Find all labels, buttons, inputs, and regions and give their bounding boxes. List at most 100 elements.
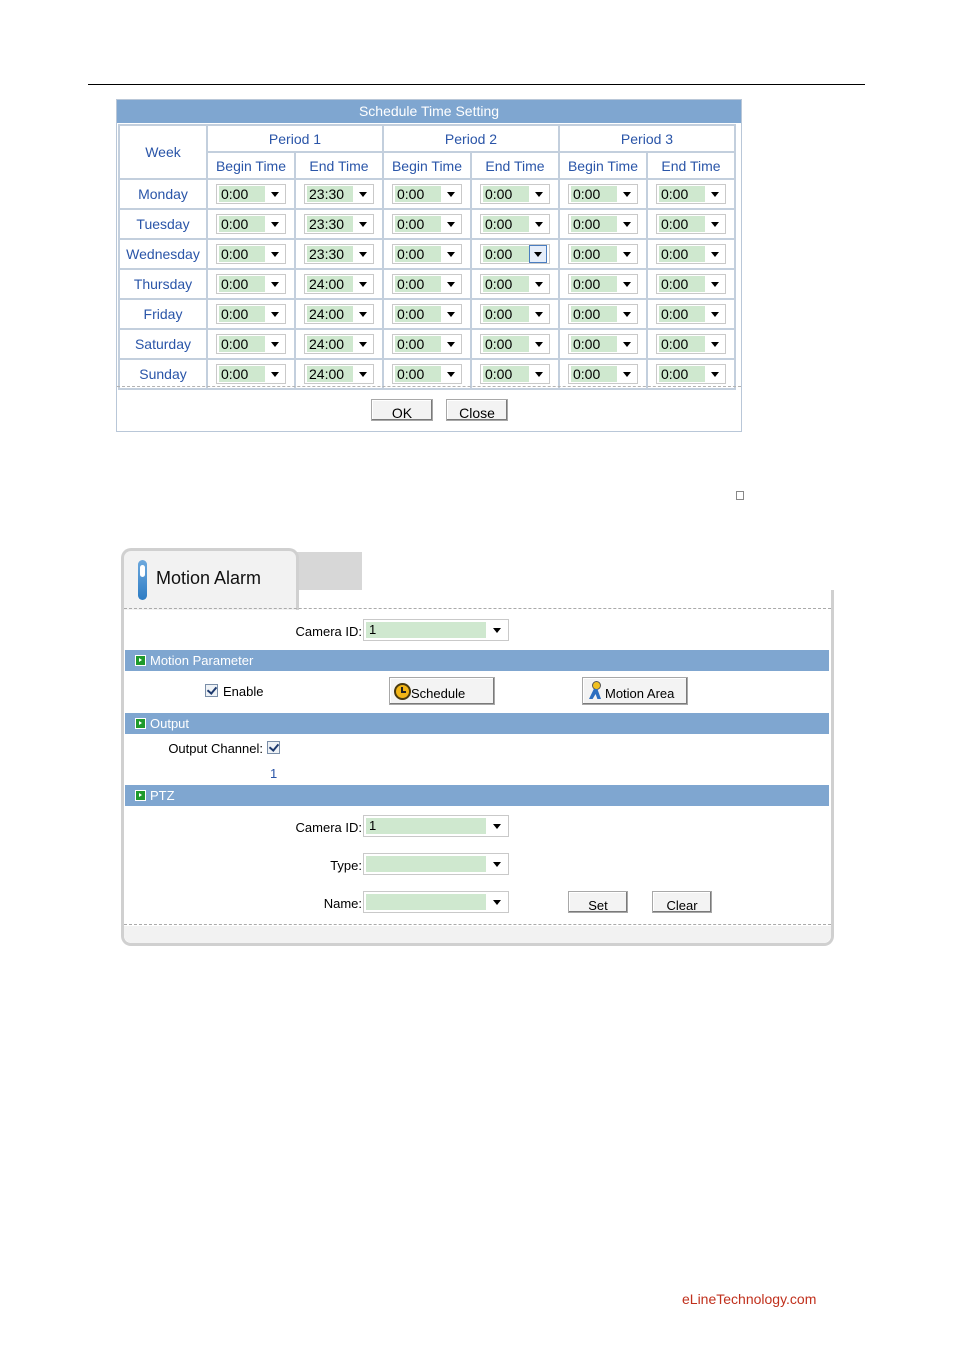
period-2-header: Period 2 (382, 124, 560, 153)
set-button[interactable]: Set (568, 891, 628, 913)
begin-time-select[interactable]: 0:00 (568, 184, 638, 204)
begin-time-select[interactable]: 0:00 (392, 244, 462, 264)
chevron-down-icon (441, 305, 461, 323)
clear-button[interactable]: Clear (652, 891, 712, 913)
motion-area-button-label: Motion Area (605, 686, 675, 701)
time-value: 0:00 (395, 366, 441, 382)
expand-icon[interactable] (135, 655, 146, 666)
schedule-row: Wednesday 0:00 23:30 0:00 0:00 0:00 0:00 (118, 238, 736, 270)
begin-time-select[interactable]: 0:00 (568, 334, 638, 354)
end-time-select[interactable]: 0:00 (480, 364, 550, 384)
time-value: 0:00 (659, 216, 705, 232)
begin-time-select[interactable]: 0:00 (216, 334, 286, 354)
period-1-header: Period 1 (206, 124, 384, 153)
time-value: 24:00 (307, 366, 353, 382)
chevron-down-icon (441, 245, 461, 263)
end-time-select[interactable]: 0:00 (480, 214, 550, 234)
end-time-select[interactable]: 24:00 (304, 274, 374, 294)
end-time-select[interactable]: 24:00 (304, 304, 374, 324)
time-value: 0:00 (219, 276, 265, 292)
end-time-select[interactable]: 0:00 (480, 304, 550, 324)
time-cell: 0:00 (558, 178, 648, 210)
chevron-down-icon (705, 185, 725, 203)
begin-time-select[interactable]: 0:00 (392, 334, 462, 354)
end-time-select[interactable]: 24:00 (304, 364, 374, 384)
output-channel-checkbox[interactable] (267, 741, 280, 754)
begin-time-select[interactable]: 0:00 (392, 184, 462, 204)
begin-time-select[interactable]: 0:00 (392, 274, 462, 294)
ptz-camera-id-select[interactable]: 1 (363, 815, 509, 837)
end-time-select[interactable]: 0:00 (656, 184, 726, 204)
name-label: Name: (323, 896, 362, 911)
chevron-down-icon (705, 335, 725, 353)
time-cell: 23:30 (294, 208, 384, 240)
time-cell: 0:00 (206, 268, 296, 300)
tab-motion-alarm[interactable]: Motion Alarm (121, 548, 299, 610)
time-value: 0:00 (659, 306, 705, 322)
begin-time-select[interactable]: 0:00 (392, 304, 462, 324)
period-3-header: Period 3 (558, 124, 736, 153)
end-time-select[interactable]: 0:00 (656, 244, 726, 264)
begin-time-select[interactable]: 0:00 (568, 214, 638, 234)
end-time-select[interactable]: 0:00 (656, 334, 726, 354)
end-time-select[interactable]: 23:30 (304, 214, 374, 234)
time-cell: 0:00 (382, 298, 472, 330)
time-cell: 0:00 (206, 238, 296, 270)
time-cell: 0:00 (382, 178, 472, 210)
chevron-down-icon (441, 185, 461, 203)
time-value: 0:00 (483, 246, 529, 262)
ok-button[interactable]: OK (371, 399, 433, 421)
name-select[interactable] (363, 891, 509, 913)
end-time-select[interactable]: 24:00 (304, 334, 374, 354)
tab-motion-alarm-label: Motion Alarm (156, 568, 262, 588)
camera-id-label: Camera ID: (295, 624, 362, 639)
day-label: Monday (118, 178, 208, 210)
end-time-select[interactable]: 23:30 (304, 244, 374, 264)
time-cell: 24:00 (294, 358, 384, 390)
end-time-select[interactable]: 0:00 (656, 274, 726, 294)
begin-time-select[interactable]: 0:00 (216, 244, 286, 264)
begin-time-select[interactable]: 0:00 (568, 244, 638, 264)
end-time-select[interactable]: 0:00 (656, 304, 726, 324)
schedule-row: Saturday 0:00 24:00 0:00 0:00 0:00 0:00 (118, 328, 736, 360)
end-time-select[interactable]: 0:00 (480, 184, 550, 204)
time-value: 0:00 (219, 186, 265, 202)
type-select[interactable] (363, 853, 509, 875)
end-time-select[interactable]: 0:00 (656, 214, 726, 234)
begin-time-select[interactable]: 0:00 (568, 364, 638, 384)
end-time-select[interactable]: 0:00 (480, 274, 550, 294)
begin-time-select[interactable]: 0:00 (568, 274, 638, 294)
time-value: 0:00 (571, 216, 617, 232)
begin-time-select[interactable]: 0:00 (568, 304, 638, 324)
time-value: 0:00 (483, 216, 529, 232)
begin-time-select[interactable]: 0:00 (216, 304, 286, 324)
end-time-select[interactable]: 23:30 (304, 184, 374, 204)
footer-site-link[interactable]: eLineTechnology.com (682, 1291, 816, 1307)
expand-icon[interactable] (135, 718, 146, 729)
chevron-down-icon (265, 185, 285, 203)
end-time-select[interactable]: 0:00 (480, 244, 550, 264)
inactive-tab[interactable] (296, 552, 362, 592)
begin-time-select[interactable]: 0:00 (392, 364, 462, 384)
close-button[interactable]: Close (446, 399, 508, 421)
schedule-row: Tuesday 0:00 23:30 0:00 0:00 0:00 0:00 (118, 208, 736, 240)
enable-checkbox[interactable] (205, 684, 218, 697)
chevron-down-icon (441, 335, 461, 353)
chevron-down-icon (486, 824, 508, 829)
begin-time-select[interactable]: 0:00 (216, 184, 286, 204)
expand-icon[interactable] (135, 790, 146, 801)
motion-area-button[interactable]: Motion Area (582, 677, 688, 705)
begin-time-select[interactable]: 0:00 (216, 364, 286, 384)
begin-time-select[interactable]: 0:00 (216, 274, 286, 294)
begin-time-select[interactable]: 0:00 (216, 214, 286, 234)
time-cell: 0:00 (646, 268, 736, 300)
time-cell: 0:00 (382, 358, 472, 390)
schedule-button[interactable]: Schedule (389, 677, 495, 705)
time-cell: 24:00 (294, 328, 384, 360)
time-value: 23:30 (307, 216, 353, 232)
end-time-select[interactable]: 0:00 (656, 364, 726, 384)
end-time-select[interactable]: 0:00 (480, 334, 550, 354)
camera-id-select[interactable]: 1 (363, 619, 509, 641)
begin-time-select[interactable]: 0:00 (392, 214, 462, 234)
time-value: 0:00 (659, 366, 705, 382)
